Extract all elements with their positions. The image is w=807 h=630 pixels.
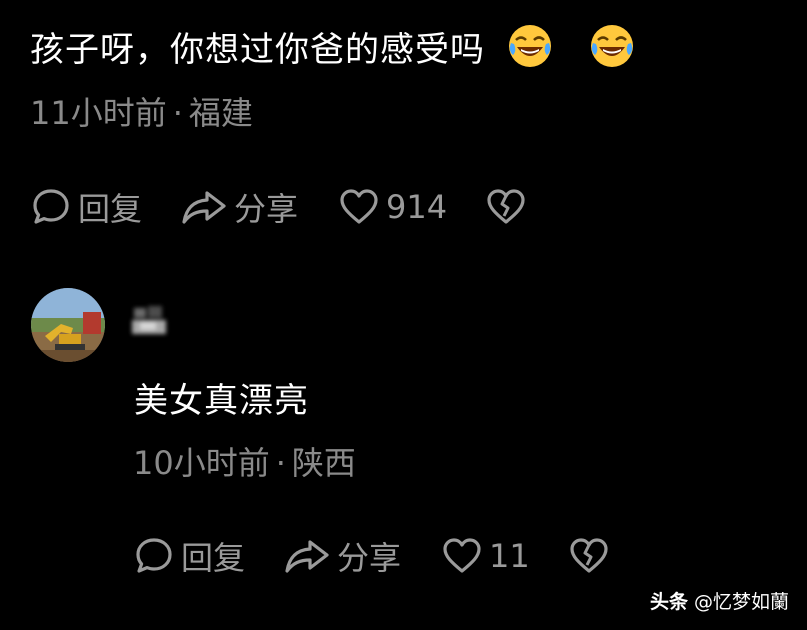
comment-bubble-icon	[33, 189, 69, 224]
meta-separator: ·	[172, 94, 183, 132]
comment-location: 福建	[188, 94, 253, 132]
dislike-button[interactable]	[568, 535, 610, 577]
watermark-brand: 头条	[649, 591, 688, 613]
reply-label: 回复	[181, 539, 246, 577]
watermark-handle: @忆梦如蘭	[693, 591, 789, 613]
rolling-laughing-emoji-icon	[589, 23, 635, 69]
watermark: 头条 @忆梦如蘭	[650, 587, 789, 614]
reply-meta: 10小时前 · 陕西	[133, 443, 356, 483]
avatar[interactable]	[31, 288, 105, 362]
meta-separator: ·	[275, 444, 286, 482]
broken-heart-icon	[487, 189, 525, 224]
share-label: 分享	[234, 190, 299, 228]
reply-label: 回复	[78, 190, 143, 228]
comment-text-row: 孩子呀，你想过你爸的感受吗	[30, 22, 635, 78]
reply-text: 美女真漂亮	[134, 381, 309, 421]
share-button[interactable]: 分享	[180, 184, 298, 230]
share-label: 分享	[337, 539, 402, 577]
like-count: 11	[489, 537, 530, 575]
heart-icon	[340, 189, 378, 224]
like-button[interactable]: 11	[441, 535, 530, 577]
reply-button[interactable]: 回复	[133, 533, 245, 579]
reply-button[interactable]: 回复	[30, 184, 142, 230]
reply-location: 陕西	[291, 444, 356, 482]
share-arrow-icon	[182, 191, 226, 224]
comment-time: 11小时前	[30, 94, 167, 132]
reply-actions: 回复 分享 11	[133, 532, 610, 580]
comment-meta: 11小时前 · 福建	[30, 93, 253, 133]
dislike-button[interactable]	[485, 186, 527, 228]
like-count: 914	[386, 188, 448, 226]
reply-time: 10小时前	[133, 444, 270, 482]
comment-actions: 回复 分享 914	[30, 183, 527, 231]
share-button[interactable]: 分享	[283, 533, 401, 579]
rolling-laughing-emoji-icon	[507, 23, 553, 69]
share-arrow-icon	[285, 540, 329, 573]
username-placeholder	[130, 300, 170, 342]
comment-bubble-icon	[136, 538, 172, 573]
heart-icon	[443, 538, 481, 573]
like-button[interactable]: 914	[338, 186, 447, 228]
broken-heart-icon	[570, 538, 608, 573]
comment-text: 孩子呀，你想过你爸的感受吗	[30, 30, 485, 70]
excavator-photo	[31, 288, 105, 362]
